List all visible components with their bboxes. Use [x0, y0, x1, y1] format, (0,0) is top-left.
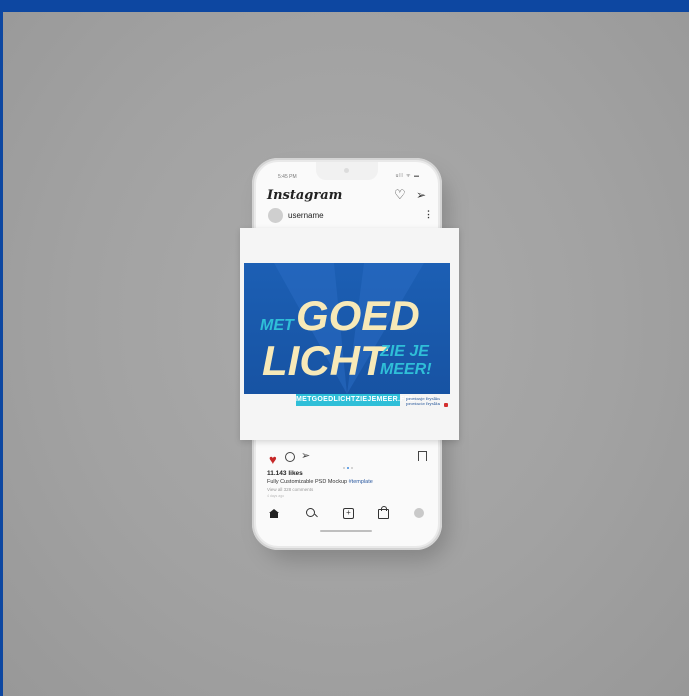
carousel-dots	[342, 456, 354, 474]
chevron-down-icon[interactable]: ⌵	[320, 192, 326, 202]
province-line-2: provincie fryslân	[406, 400, 441, 406]
headline-met: MET	[260, 317, 295, 334]
province-logo-text: provinsje fryslân provincie fryslân	[406, 396, 441, 406]
notifications-heart-icon[interactable]: ♡	[394, 187, 406, 203]
like-heart-icon[interactable]: ♥	[269, 452, 277, 467]
carousel-dot	[343, 467, 345, 469]
phone-notch	[316, 162, 378, 180]
direct-message-icon[interactable]: ➢	[416, 188, 426, 202]
caption-hashtag[interactable]: #template	[349, 479, 373, 485]
search-icon[interactable]	[304, 506, 318, 520]
bottom-nav: +	[256, 506, 438, 522]
more-options-icon[interactable]: ⋮	[424, 209, 433, 220]
profile-icon[interactable]	[412, 506, 426, 520]
comment-icon[interactable]	[285, 452, 295, 462]
view-comments-link[interactable]: View all 328 comments	[267, 487, 313, 492]
poster-footer: METGOEDLICHTZIEJEMEER.FRL provinsje frys…	[244, 394, 450, 408]
carousel-dot	[351, 467, 353, 469]
home-indicator[interactable]	[320, 530, 372, 532]
status-icons: ull ᯤ ▬	[395, 173, 420, 179]
province-logo-mark	[444, 403, 448, 407]
headline-zie-je: ZIE JE	[379, 343, 430, 360]
shop-bag-handle	[381, 506, 387, 511]
headline-licht: LICHT	[262, 337, 389, 384]
add-box: +	[343, 508, 354, 519]
camera-icon	[344, 168, 349, 173]
likes-count[interactable]: 11.143 likes	[267, 470, 303, 477]
shop-bag-icon[interactable]	[376, 506, 390, 520]
post-card: MET GOED LICHT ZIE JE MEER! METGOEDLICHT…	[240, 228, 459, 440]
home-body	[270, 513, 278, 518]
avatar[interactable]	[268, 208, 283, 223]
headline-goed: GOED	[296, 292, 420, 339]
headline-meer: MEER!	[380, 361, 432, 378]
post-username[interactable]: username	[288, 211, 324, 220]
home-icon[interactable]	[267, 506, 281, 520]
post-caption: Fully Customizable PSD Mockup #template	[267, 479, 373, 485]
poster-artwork: MET GOED LICHT ZIE JE MEER!	[260, 263, 432, 394]
search-handle	[314, 513, 318, 518]
bookmark-icon[interactable]	[418, 451, 427, 461]
caption-text: Fully Customizable PSD Mockup	[267, 479, 348, 485]
share-icon[interactable]: ➢	[301, 449, 310, 462]
post-time: 4 days ago	[267, 494, 285, 498]
carousel-dot-active	[347, 467, 349, 469]
status-time: 5:45 PM	[278, 174, 297, 180]
search-lens	[306, 508, 315, 517]
poster-image[interactable]: MET GOED LICHT ZIE JE MEER!	[244, 263, 450, 394]
add-post-icon[interactable]: +	[341, 506, 355, 520]
profile-avatar	[414, 508, 424, 518]
campaign-url[interactable]: METGOEDLICHTZIEJEMEER.FRL	[296, 394, 414, 406]
instagram-logo[interactable]: Instagram	[267, 188, 342, 203]
